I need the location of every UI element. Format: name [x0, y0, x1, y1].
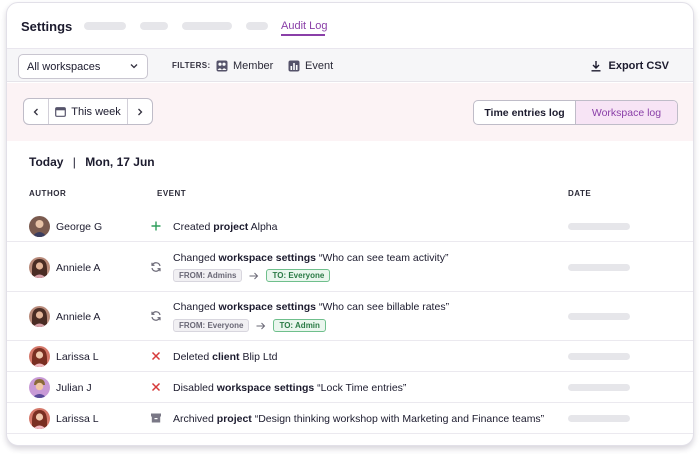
table-row[interactable]: Larissa L Deleted client Blip Ltd — [7, 341, 693, 372]
date-placeholder — [568, 313, 630, 320]
chevron-down-icon — [130, 64, 138, 69]
author-name: Larissa L — [56, 351, 99, 363]
table-row[interactable]: Anniele A Changed workspace settings “Wh… — [7, 243, 693, 292]
time-entries-log-button[interactable]: Time entries log — [474, 101, 575, 124]
change-chips: FROM: Everyone TO: Admin — [173, 319, 326, 332]
table-row[interactable]: George G Created project Alpha — [7, 211, 693, 242]
calendar-icon — [55, 107, 67, 117]
nav-tab-placeholder[interactable] — [140, 22, 168, 30]
column-header-author: AUTHOR — [29, 189, 67, 198]
event-description: Created project Alpha — [173, 221, 278, 233]
column-header-event: EVENT — [157, 189, 187, 198]
download-icon — [591, 61, 601, 72]
table-row[interactable]: Anniele A Changed workspace settings “Wh… — [7, 292, 693, 341]
event-description: Archived project “Design thinking worksh… — [173, 413, 545, 425]
date-range-label: This week — [71, 105, 121, 118]
workspace-select-value: All workspaces — [27, 61, 101, 73]
day-date: Mon, 17 Jun — [85, 155, 155, 169]
event-description: Deleted client Blip Ltd — [173, 351, 278, 363]
to-value-badge: TO: Admin — [273, 319, 326, 332]
workspace-log-button[interactable]: Workspace log — [575, 101, 677, 124]
table-row[interactable]: Larissa L Archived project “Design think… — [7, 403, 693, 434]
date-placeholder — [568, 384, 630, 391]
day-heading: Today | Mon, 17 Jun — [29, 155, 155, 169]
event-description: Disabled workspace settings “Lock Time e… — [173, 382, 407, 394]
filter-bar: All workspaces FILTERS: Member Event Exp… — [7, 49, 693, 82]
bar-chart-icon — [288, 60, 300, 72]
previous-week-button[interactable] — [24, 99, 48, 124]
tab-audit-log[interactable]: Audit Log — [281, 20, 327, 32]
x-icon — [151, 351, 161, 361]
members-icon — [216, 60, 228, 72]
author-name: Larissa L — [56, 413, 99, 425]
refresh-icon — [151, 311, 161, 321]
date-placeholder — [568, 415, 630, 422]
settings-nav: Settings Audit Log — [7, 3, 693, 49]
from-value-badge: FROM: Admins — [173, 269, 243, 282]
member-filter-label: Member — [233, 60, 274, 72]
member-filter-button[interactable]: Member — [216, 58, 273, 74]
avatar — [29, 257, 50, 278]
next-week-button[interactable] — [128, 99, 152, 124]
workspace-select[interactable]: All workspaces — [18, 54, 148, 79]
audit-log-window: Settings Audit Log All workspaces FILTER… — [6, 2, 694, 446]
avatar — [29, 408, 50, 429]
arrow-right-icon — [249, 272, 259, 279]
change-chips: FROM: Admins TO: Everyone — [173, 269, 331, 282]
filters-label: FILTERS: — [172, 61, 211, 70]
archive-icon — [151, 413, 161, 423]
avatar — [29, 306, 50, 327]
chevron-left-icon — [33, 108, 38, 115]
event-description: Changed workspace settings “Who can see … — [173, 252, 449, 264]
nav-tab-placeholder[interactable] — [84, 22, 126, 30]
avatar — [29, 346, 50, 367]
to-value-badge: TO: Everyone — [266, 269, 331, 282]
date-range-button[interactable]: This week — [48, 99, 128, 124]
log-type-toggle: Time entries log Workspace log — [473, 100, 678, 125]
event-filter-label: Event — [305, 60, 334, 72]
arrow-right-icon — [256, 322, 266, 329]
author-name: Julian J — [56, 382, 92, 394]
column-header-date: DATE — [568, 189, 592, 198]
day-label: Today — [29, 155, 64, 169]
event-filter-button[interactable]: Event — [288, 58, 333, 74]
table-row[interactable]: Julian J Disabled workspace settings “Lo… — [7, 372, 693, 403]
plus-icon — [151, 221, 161, 231]
day-separator: | — [72, 155, 76, 169]
avatar — [29, 216, 50, 237]
date-range-picker: This week — [23, 98, 153, 125]
nav-tab-placeholder[interactable] — [246, 22, 268, 30]
from-value-badge: FROM: Everyone — [173, 319, 250, 332]
author-name: Anniele A — [56, 262, 101, 274]
page-title: Settings — [21, 19, 73, 34]
export-csv-button[interactable]: Export CSV — [590, 58, 669, 74]
author-name: Anniele A — [56, 311, 101, 323]
date-placeholder — [568, 353, 630, 360]
date-placeholder — [568, 223, 630, 230]
active-tab-indicator — [281, 34, 325, 36]
export-csv-label: Export CSV — [608, 60, 669, 72]
date-placeholder — [568, 264, 630, 271]
author-name: George G — [56, 221, 103, 233]
avatar — [29, 377, 50, 398]
x-icon — [151, 382, 161, 392]
nav-tab-placeholder[interactable] — [182, 22, 232, 30]
refresh-icon — [151, 262, 161, 272]
date-range-bar: This week Time entries log Workspace log — [7, 83, 693, 141]
event-description: Changed workspace settings “Who can see … — [173, 301, 450, 313]
chevron-right-icon — [138, 108, 143, 115]
